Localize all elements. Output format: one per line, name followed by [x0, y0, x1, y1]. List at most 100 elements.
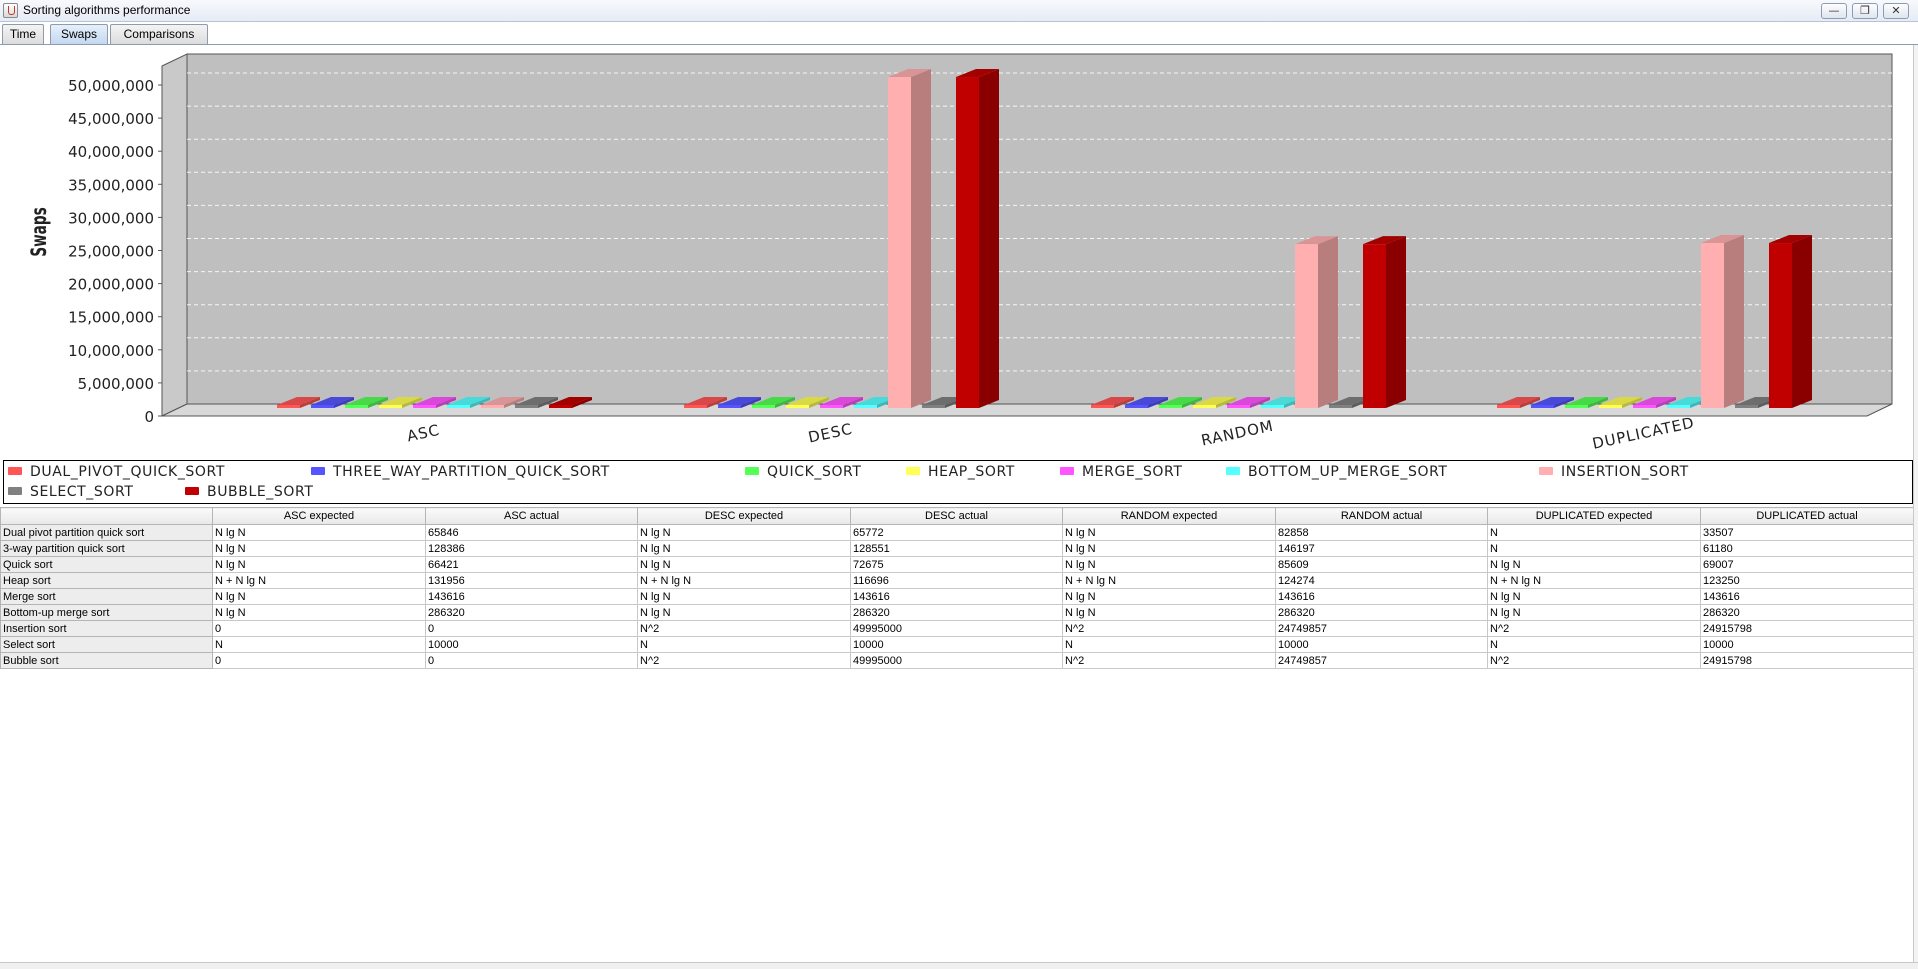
table-cell[interactable]: 146197 — [1275, 540, 1488, 557]
table-cell[interactable]: 0 — [212, 620, 426, 637]
table-cell[interactable]: 143616 — [1275, 588, 1488, 605]
column-header[interactable]: RANDOM actual — [1275, 507, 1488, 525]
table-cell[interactable]: N lg N — [637, 540, 851, 557]
table-cell[interactable]: N + N lg N — [1062, 572, 1276, 589]
table-cell[interactable]: 72675 — [850, 556, 1063, 573]
table-cell[interactable]: 131956 — [425, 572, 638, 589]
table-cell[interactable]: N lg N — [637, 524, 851, 541]
table-cell[interactable]: 10000 — [1700, 636, 1914, 653]
table-cell[interactable]: 82858 — [1275, 524, 1488, 541]
table-cell[interactable]: 123250 — [1700, 572, 1914, 589]
table-cell[interactable]: N lg N — [637, 556, 851, 573]
table-cell[interactable]: N^2 — [1487, 620, 1701, 637]
table-row[interactable]: Merge sort N lg N 143616 N lg N 143616 N lg N… — [0, 588, 1914, 605]
table-cell[interactable]: N lg N — [1062, 524, 1276, 541]
table-cell[interactable]: 143616 — [425, 588, 638, 605]
table-cell[interactable]: 0 — [425, 620, 638, 637]
table-cell[interactable]: N^2 — [1487, 652, 1701, 669]
table-cell[interactable]: 286320 — [850, 604, 1063, 621]
row-header-cell[interactable]: Select sort — [0, 636, 213, 653]
column-header[interactable]: ASC expected — [212, 507, 426, 525]
column-header[interactable]: DUPLICATED expected — [1487, 507, 1701, 525]
table-cell[interactable]: 128551 — [850, 540, 1063, 557]
table-cell[interactable]: 49995000 — [850, 620, 1063, 637]
table-cell[interactable]: 33507 — [1700, 524, 1914, 541]
table-cell[interactable]: N lg N — [637, 604, 851, 621]
table-row[interactable]: Bubble sort 0 0 N^2 49995000 N^2 24749857 N^2 24… — [0, 652, 1914, 669]
table-cell[interactable]: N + N lg N — [212, 572, 426, 589]
table-cell[interactable]: N + N lg N — [1487, 572, 1701, 589]
table-cell[interactable]: 24915798 — [1700, 652, 1914, 669]
table-cell[interactable]: 124274 — [1275, 572, 1488, 589]
table-cell[interactable]: N lg N — [1487, 588, 1701, 605]
row-header-cell[interactable]: Dual pivot partition quick sort — [0, 524, 213, 541]
table-cell[interactable]: N lg N — [1062, 588, 1276, 605]
row-header-cell[interactable]: Bubble sort — [0, 652, 213, 669]
table-row[interactable]: Dual pivot partition quick sort N lg N 658… — [0, 524, 1914, 541]
minimize-button[interactable]: — — [1821, 3, 1847, 19]
table-cell[interactable]: 65772 — [850, 524, 1063, 541]
table-cell[interactable]: 116696 — [850, 572, 1063, 589]
table-cell[interactable]: N lg N — [212, 524, 426, 541]
table-cell[interactable]: N + N lg N — [637, 572, 851, 589]
table-cell[interactable]: N lg N — [212, 556, 426, 573]
table-cell[interactable]: 143616 — [850, 588, 1063, 605]
table-cell[interactable]: N^2 — [1062, 652, 1276, 669]
column-header[interactable]: DESC expected — [637, 507, 851, 525]
column-header[interactable]: ASC actual — [425, 507, 638, 525]
row-header-cell[interactable]: Heap sort — [0, 572, 213, 589]
table-cell[interactable]: 286320 — [1275, 604, 1488, 621]
table-cell[interactable]: 286320 — [1700, 604, 1914, 621]
table-cell[interactable]: N — [1487, 524, 1701, 541]
table-row[interactable]: Select sort N 10000 N 10000 N 10000 N 10000 — [0, 636, 1914, 653]
table-cell[interactable]: N lg N — [1062, 604, 1276, 621]
row-header-cell[interactable]: Quick sort — [0, 556, 213, 573]
tab-time[interactable]: Time — [2, 24, 44, 44]
tab-comparisons[interactable]: Comparisons — [110, 24, 208, 44]
tab-swaps[interactable]: Swaps — [50, 24, 108, 44]
table-row[interactable]: 3-way partition quick sort N lg N 128386 N … — [0, 540, 1914, 557]
table-row[interactable]: Heap sort N + N lg N 131956 N + N lg N 11669… — [0, 572, 1914, 589]
table-cell[interactable]: 10000 — [850, 636, 1063, 653]
table-cell[interactable]: 24749857 — [1275, 620, 1488, 637]
table-cell[interactable]: N^2 — [637, 652, 851, 669]
table-cell[interactable]: N^2 — [1062, 620, 1276, 637]
table-cell[interactable]: 128386 — [425, 540, 638, 557]
restore-button[interactable]: ❐ — [1852, 3, 1878, 19]
table-cell[interactable]: 69007 — [1700, 556, 1914, 573]
table-cell[interactable]: 66421 — [425, 556, 638, 573]
table-cell[interactable]: N lg N — [212, 588, 426, 605]
row-header-cell[interactable]: 3-way partition quick sort — [0, 540, 213, 557]
table-cell[interactable]: N — [1487, 540, 1701, 557]
table-cell[interactable]: N lg N — [1062, 540, 1276, 557]
table-cell[interactable]: N lg N — [1487, 604, 1701, 621]
table-cell[interactable]: 10000 — [1275, 636, 1488, 653]
column-header[interactable]: DUPLICATED actual — [1700, 507, 1914, 525]
column-header[interactable]: DESC actual — [850, 507, 1063, 525]
table-cell[interactable]: 85609 — [1275, 556, 1488, 573]
table-cell[interactable]: 143616 — [1700, 588, 1914, 605]
table-cell[interactable]: N lg N — [637, 588, 851, 605]
table-cell[interactable]: N lg N — [1062, 556, 1276, 573]
table-cell[interactable]: N lg N — [212, 540, 426, 557]
row-header-column-head[interactable] — [0, 507, 213, 525]
table-cell[interactable]: 61180 — [1700, 540, 1914, 557]
table-row[interactable]: Bottom-up merge sort N lg N 286320 N lg N 28… — [0, 604, 1914, 621]
row-header-cell[interactable]: Insertion sort — [0, 620, 213, 637]
table-cell[interactable]: 0 — [425, 652, 638, 669]
table-cell[interactable]: N lg N — [1487, 556, 1701, 573]
table-cell[interactable]: N — [1487, 636, 1701, 653]
row-header-cell[interactable]: Merge sort — [0, 588, 213, 605]
table-cell[interactable]: 65846 — [425, 524, 638, 541]
column-header[interactable]: RANDOM expected — [1062, 507, 1276, 525]
table-cell[interactable]: N lg N — [212, 604, 426, 621]
table-cell[interactable]: 0 — [212, 652, 426, 669]
close-button[interactable]: ✕ — [1883, 3, 1909, 19]
table-row[interactable]: Insertion sort 0 0 N^2 49995000 N^2 24749857 N^… — [0, 620, 1914, 637]
table-cell[interactable]: 24749857 — [1275, 652, 1488, 669]
row-header-cell[interactable]: Bottom-up merge sort — [0, 604, 213, 621]
table-cell[interactable]: N — [1062, 636, 1276, 653]
table-cell[interactable]: N — [637, 636, 851, 653]
table-cell[interactable]: 10000 — [425, 636, 638, 653]
table-row[interactable]: Quick sort N lg N 66421 N lg N 72675 N lg N 85… — [0, 556, 1914, 573]
